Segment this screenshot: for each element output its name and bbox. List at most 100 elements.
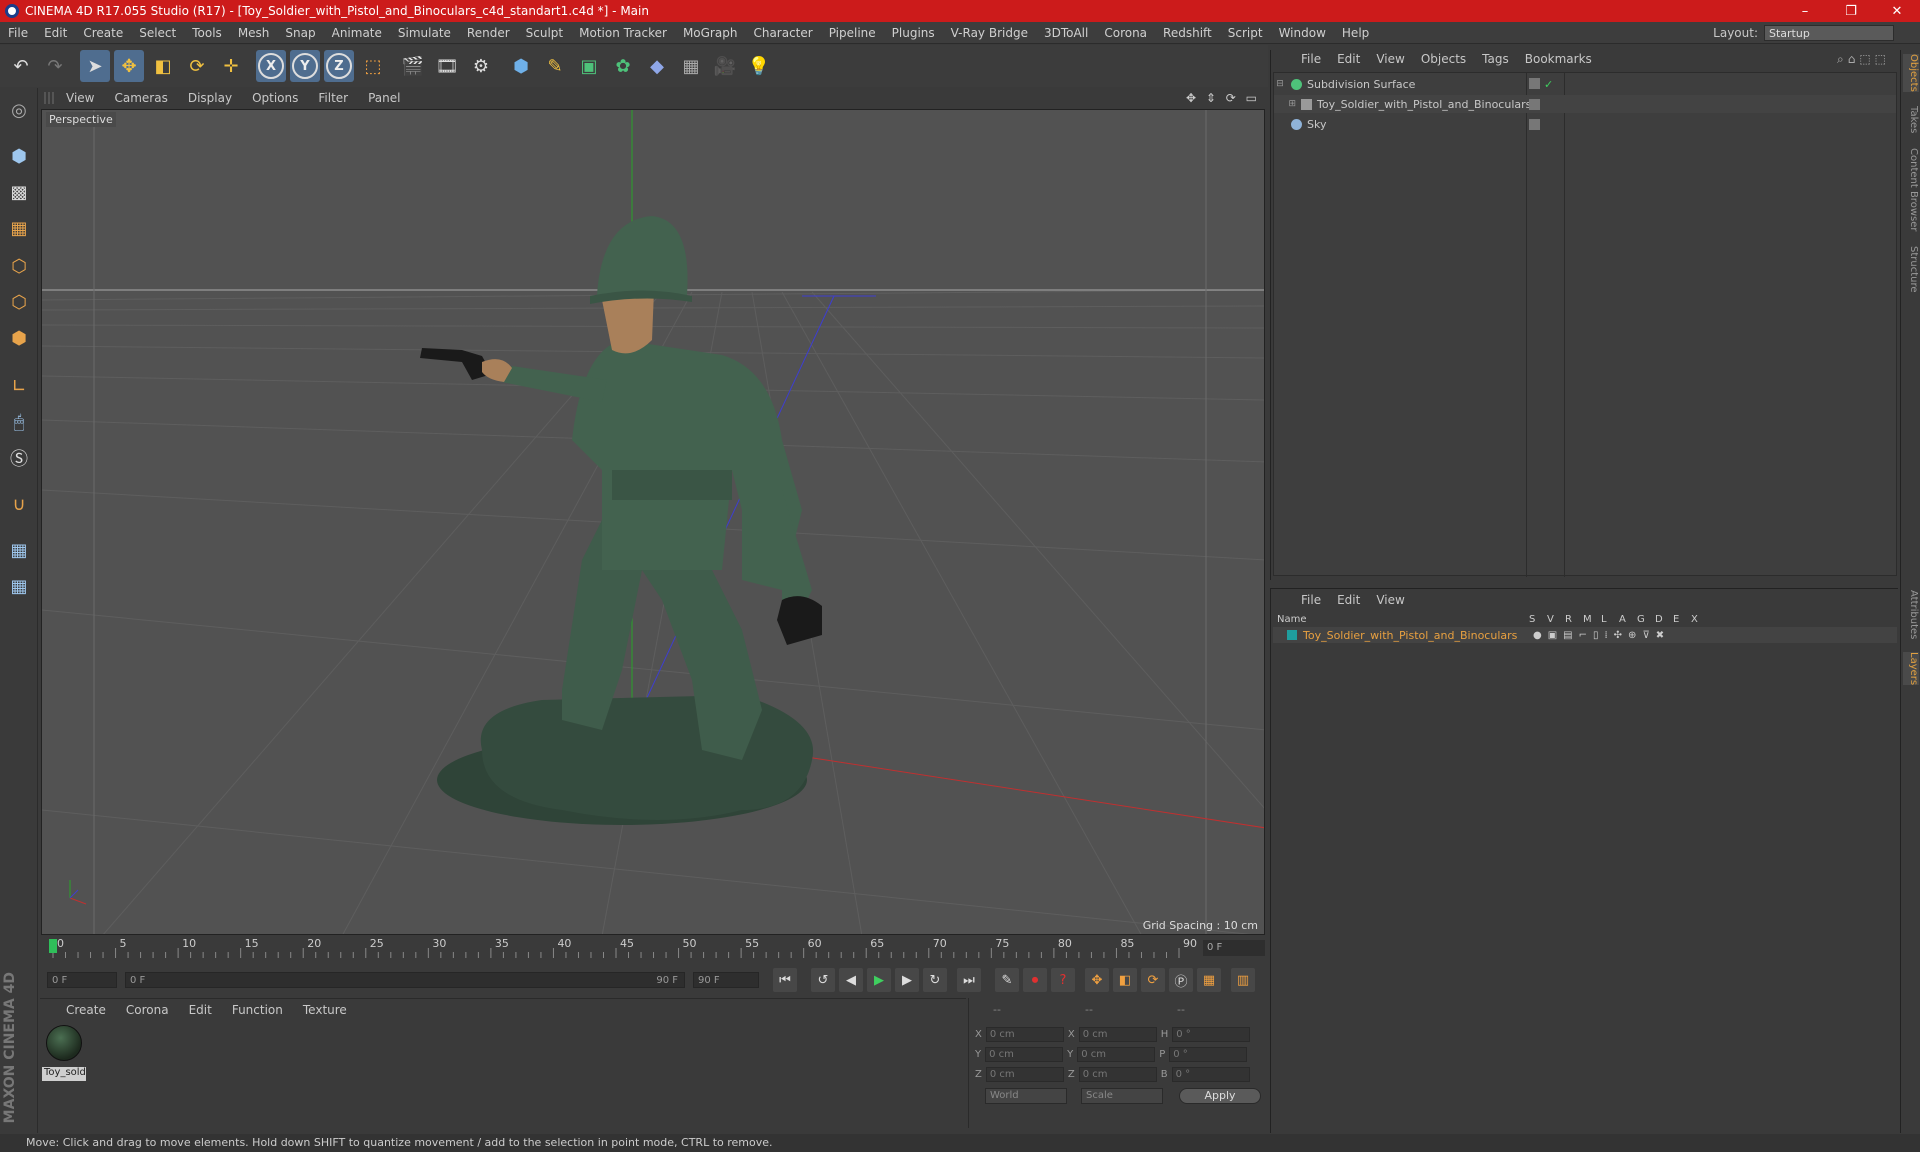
object-visibility-flags[interactable] <box>1529 118 1544 130</box>
menu-file[interactable]: File <box>0 26 36 40</box>
next-key-icon[interactable]: ↻ <box>923 968 947 992</box>
model-mode-icon[interactable]: ⬢ <box>3 140 35 172</box>
collapse-icon[interactable]: ⊟ <box>1274 79 1286 89</box>
perspective-viewport[interactable]: Perspective Grid Spacing : 10 cm <box>41 109 1265 935</box>
next-frame-icon[interactable]: ▶ <box>895 968 919 992</box>
go-to-start-icon[interactable]: ⏮ <box>773 968 797 992</box>
search-home-icons[interactable]: ⌕⌂⬚⬚ <box>1837 52 1898 67</box>
column-locked[interactable]: L <box>1601 614 1619 625</box>
material-menu-function[interactable]: Function <box>222 1003 293 1017</box>
camera-label[interactable]: Perspective <box>46 112 116 127</box>
menu-help[interactable]: Help <box>1334 26 1377 40</box>
apply-button[interactable]: Apply <box>1179 1088 1261 1104</box>
layer-toggle-icons[interactable]: ●▣▤⌐▯⁞✣⊕⊽✖ <box>1533 630 1670 641</box>
material-menu-corona[interactable]: Corona <box>116 1003 179 1017</box>
edges-mode-icon[interactable]: ⬡ <box>3 286 35 318</box>
layers-menu-file[interactable]: File <box>1293 593 1329 607</box>
menu-mesh[interactable]: Mesh <box>230 26 278 40</box>
menu-animate[interactable]: Animate <box>324 26 390 40</box>
scale-mode-dropdown[interactable]: Scale <box>1081 1088 1163 1104</box>
undo-icon[interactable]: ↶ <box>6 50 36 82</box>
cube-primitive-icon[interactable]: ⬢ <box>506 50 536 82</box>
render-picture-viewer-icon[interactable]: 🎞 <box>432 50 462 82</box>
menu-corona[interactable]: Corona <box>1096 26 1155 40</box>
rotation-h-field[interactable]: 0 ° <box>1172 1026 1251 1042</box>
light-icon[interactable]: 💡 <box>744 50 774 82</box>
viewport-menu-panel[interactable]: Panel <box>358 91 410 105</box>
menu-3dtoall[interactable]: 3DToAll <box>1036 26 1096 40</box>
parameter-key-icon[interactable]: Ⓟ <box>1169 968 1193 992</box>
menu-pipeline[interactable]: Pipeline <box>821 26 884 40</box>
objects-menu-tags[interactable]: Tags <box>1474 52 1517 66</box>
points-mode-icon[interactable]: ⬡ <box>3 250 35 282</box>
cloner-icon[interactable]: ✿ <box>608 50 638 82</box>
object-row-sky[interactable]: Sky <box>1274 115 1896 133</box>
rotation-b-field[interactable]: 0 ° <box>1171 1066 1250 1082</box>
maximize-button[interactable]: ❐ <box>1828 4 1874 19</box>
column-generators[interactable]: G <box>1637 614 1655 625</box>
make-editable-icon[interactable]: ◎ <box>3 94 35 126</box>
column-solo[interactable]: S <box>1529 614 1547 625</box>
menu-motion-tracker[interactable]: Motion Tracker <box>571 26 675 40</box>
tab-objects[interactable]: Objects <box>1903 54 1919 92</box>
size-y-field[interactable]: 0 cm <box>1077 1046 1156 1062</box>
menu-tools[interactable]: Tools <box>184 26 230 40</box>
rotate-tool-icon[interactable]: ⟳ <box>182 50 212 82</box>
menu-character[interactable]: Character <box>745 26 820 40</box>
object-visibility-flags[interactable]: ✓ <box>1529 77 1553 91</box>
menu-snap[interactable]: Snap <box>277 26 323 40</box>
layers-menu-edit[interactable]: Edit <box>1329 593 1368 607</box>
material-menu-edit[interactable]: Edit <box>179 1003 222 1017</box>
material-preview[interactable] <box>46 1025 82 1061</box>
z-axis-lock-icon[interactable]: Z <box>324 50 354 82</box>
floor-icon[interactable]: ▦ <box>676 50 706 82</box>
snap-settings-icon[interactable]: Ⓢ <box>3 442 35 474</box>
column-animation[interactable]: A <box>1619 614 1637 625</box>
y-axis-lock-icon[interactable]: Y <box>290 50 320 82</box>
object-row-subdivision-surface[interactable]: ⊟ Subdivision Surface ✓ <box>1274 75 1896 93</box>
object-visibility-flags[interactable] <box>1529 98 1544 110</box>
column-manager[interactable]: M <box>1583 614 1601 625</box>
column-expressions[interactable]: E <box>1673 614 1691 625</box>
material-menu-texture[interactable]: Texture <box>293 1003 357 1017</box>
tab-structure[interactable]: Structure <box>1903 246 1919 293</box>
rotation-p-field[interactable]: 0 ° <box>1169 1046 1248 1062</box>
objects-menu-view[interactable]: View <box>1368 52 1412 66</box>
minimize-button[interactable]: – <box>1782 4 1828 19</box>
layers-menu-view[interactable]: View <box>1368 593 1412 607</box>
tweak-mode-icon[interactable]: 🖱 <box>3 406 35 438</box>
frame-range-slider[interactable]: 0 F 90 F <box>125 972 685 988</box>
current-frame-field[interactable]: 0 F <box>1203 940 1265 956</box>
last-tool-icon[interactable]: ✛ <box>216 50 246 82</box>
menu-script[interactable]: Script <box>1220 26 1271 40</box>
redo-icon[interactable]: ↷ <box>40 50 70 82</box>
expand-icon[interactable]: ⊞ <box>1274 99 1296 109</box>
material-name[interactable]: Toy_sold <box>42 1067 86 1081</box>
column-render[interactable]: R <box>1565 614 1583 625</box>
objects-menu-file[interactable]: File <box>1293 52 1329 66</box>
previous-frame-icon[interactable]: ◀ <box>839 968 863 992</box>
objects-menu-bookmarks[interactable]: Bookmarks <box>1517 52 1600 66</box>
tab-content-browser[interactable]: Content Browser <box>1903 148 1919 231</box>
menu-redshift[interactable]: Redshift <box>1155 26 1220 40</box>
move-tool-icon[interactable]: ✥ <box>114 50 144 82</box>
menu-mograph[interactable]: MoGraph <box>675 26 746 40</box>
x-axis-lock-icon[interactable]: X <box>256 50 286 82</box>
deformer-icon[interactable]: ◆ <box>642 50 672 82</box>
close-button[interactable]: ✕ <box>1874 4 1920 19</box>
coordinate-system-icon[interactable]: ⬚ <box>358 50 388 82</box>
subdivision-surface-icon[interactable]: ▣ <box>574 50 604 82</box>
texture-mode-icon[interactable]: ▩ <box>3 176 35 208</box>
position-x-field[interactable]: 0 cm <box>985 1026 1064 1042</box>
size-x-field[interactable]: 0 cm <box>1078 1026 1157 1042</box>
objects-menu-objects[interactable]: Objects <box>1413 52 1474 66</box>
menu-simulate[interactable]: Simulate <box>390 26 459 40</box>
menu-window[interactable]: Window <box>1271 26 1334 40</box>
tab-takes[interactable]: Takes <box>1903 106 1919 133</box>
play-forward-icon[interactable]: ▶ <box>867 968 891 992</box>
objects-menu-edit[interactable]: Edit <box>1329 52 1368 66</box>
layer-row-toy-soldier[interactable]: Toy_Soldier_with_Pistol_and_Binoculars ●… <box>1273 627 1897 643</box>
viewport-navigation-icons[interactable]: ✥ ⇕ ⟳ ▭ <box>1186 91 1266 105</box>
material-menu-create[interactable]: Create <box>56 1003 116 1017</box>
record-active-objects-icon[interactable]: ✎ <box>995 968 1019 992</box>
